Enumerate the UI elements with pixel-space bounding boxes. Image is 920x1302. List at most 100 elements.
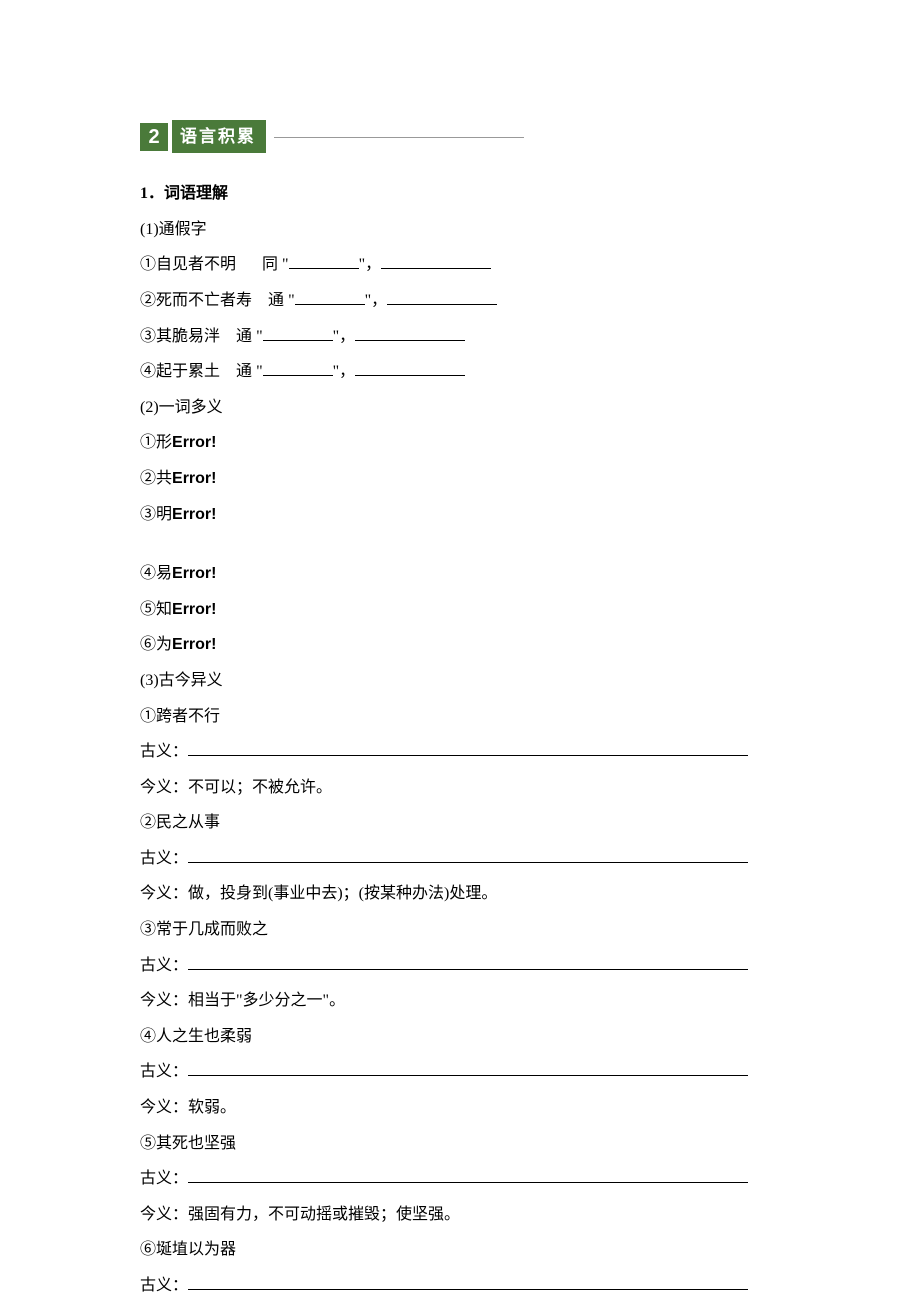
item-num: ③: [140, 921, 156, 938]
item-text: 死而不亡者寿: [156, 292, 252, 309]
sub2-item-6: ⑥为Error!: [140, 632, 800, 658]
phrase-text: 常于几成而败之: [156, 921, 268, 938]
connector: 同: [262, 256, 278, 273]
item-text: 其脆易泮: [156, 328, 220, 345]
item-word: 为: [156, 636, 172, 653]
sub3-phrase-1: ①跨者不行: [140, 704, 800, 730]
fill-blank[interactable]: [263, 325, 333, 341]
item-word: 知: [156, 601, 172, 618]
sub1-item-3: ③其脆易泮 通 ""，: [140, 324, 800, 350]
error-text: Error!: [172, 636, 216, 653]
item-num: ②: [140, 470, 156, 487]
section-header: 2 语言积累: [140, 120, 800, 153]
sub2-item-1: ①形Error!: [140, 430, 800, 456]
error-text: Error!: [172, 434, 216, 451]
phrase-text: 民之从事: [156, 814, 220, 831]
sub3-phrase-5: ⑤其死也坚强: [140, 1131, 800, 1157]
gu-label: 古义：: [140, 957, 188, 974]
fill-blank-long[interactable]: [188, 740, 748, 756]
error-text: Error!: [172, 565, 216, 582]
sub2-item-3: ③明Error!: [140, 502, 800, 528]
item-num: ④: [140, 565, 156, 582]
connector: 通: [268, 292, 284, 309]
sub3-ancient-5: 古义：: [140, 1166, 800, 1192]
jin-label: 今义：: [140, 779, 188, 796]
fill-blank[interactable]: [381, 253, 491, 269]
item-num: ④: [140, 1028, 156, 1045]
fill-blank[interactable]: [263, 360, 333, 376]
phrase-text: 跨者不行: [156, 708, 220, 725]
error-text: Error!: [172, 601, 216, 618]
gu-label: 古义：: [140, 743, 188, 760]
jin-label: 今义：: [140, 992, 188, 1009]
modern-meaning: 强固有力，不可动摇或摧毁；使坚强。: [188, 1206, 460, 1223]
item-num: ②: [140, 814, 156, 831]
item-text: 起于累土: [156, 363, 220, 380]
item-num: ③: [140, 328, 156, 345]
gu-label: 古义：: [140, 850, 188, 867]
jin-label: 今义：: [140, 1206, 188, 1223]
fill-blank[interactable]: [387, 289, 497, 305]
connector: 通: [236, 328, 252, 345]
sub3-modern-3: 今义：相当于"多少分之一"。: [140, 988, 800, 1014]
sub3-ancient-3: 古义：: [140, 953, 800, 979]
item-num: ①: [140, 434, 156, 451]
question-1-heading: 1．词语理解: [140, 181, 800, 207]
fill-blank-long[interactable]: [188, 1167, 748, 1183]
fill-blank-long[interactable]: [188, 1274, 748, 1290]
sub2-item-4: ④易Error!: [140, 561, 800, 587]
fill-blank-long[interactable]: [188, 1060, 748, 1076]
fill-blank[interactable]: [289, 253, 359, 269]
item-text: 自见者不明: [156, 256, 236, 273]
sub3-ancient-1: 古义：: [140, 739, 800, 765]
item-num: ①: [140, 256, 156, 273]
item-num: ①: [140, 708, 156, 725]
fill-blank-long[interactable]: [188, 954, 748, 970]
sub2-item-5: ⑤知Error!: [140, 597, 800, 623]
item-word: 易: [156, 565, 172, 582]
section-title-box: 语言积累: [172, 120, 266, 153]
sub3-ancient-2: 古义：: [140, 846, 800, 872]
sub3-phrase-3: ③常于几成而败之: [140, 917, 800, 943]
phrase-text: 人之生也柔弱: [156, 1028, 252, 1045]
modern-meaning: 软弱。: [188, 1099, 236, 1116]
modern-meaning: 不可以；不被允许。: [188, 779, 332, 796]
section-number-box: 2: [140, 123, 168, 151]
phrase-text: 其死也坚强: [156, 1135, 236, 1152]
gu-label: 古义：: [140, 1170, 188, 1187]
item-word: 明: [156, 506, 172, 523]
sub3-modern-2: 今义：做，投身到(事业中去)；(按某种办法)处理。: [140, 881, 800, 907]
sub2-item-2: ②共Error!: [140, 466, 800, 492]
sub1-label: (1)通假字: [140, 217, 800, 243]
sub3-ancient-6: 古义：: [140, 1273, 800, 1299]
item-word: 共: [156, 470, 172, 487]
fill-blank[interactable]: [355, 360, 465, 376]
sub1-item-4: ④起于累土 通 ""，: [140, 359, 800, 385]
item-num: ②: [140, 292, 156, 309]
jin-label: 今义：: [140, 885, 188, 902]
modern-meaning: 做，投身到(事业中去)；(按某种办法)处理。: [188, 885, 497, 902]
sub3-label: (3)古今异义: [140, 668, 800, 694]
gu-label: 古义：: [140, 1277, 188, 1294]
sub3-modern-4: 今义：软弱。: [140, 1095, 800, 1121]
connector: 通: [236, 363, 252, 380]
document-page: 2 语言积累 1．词语理解 (1)通假字 ①自见者不明同 ""， ②死而不亡者寿…: [0, 0, 920, 1299]
fill-blank[interactable]: [355, 325, 465, 341]
error-text: Error!: [172, 506, 216, 523]
sub1-item-2: ②死而不亡者寿 通 ""，: [140, 288, 800, 314]
gu-label: 古义：: [140, 1063, 188, 1080]
sub1-item-1: ①自见者不明同 ""，: [140, 252, 800, 278]
divider-line: [274, 125, 524, 149]
sub3-phrase-2: ②民之从事: [140, 810, 800, 836]
error-text: Error!: [172, 470, 216, 487]
item-num: ⑥: [140, 636, 156, 653]
sub2-label: (2)一词多义: [140, 395, 800, 421]
item-num: ⑤: [140, 601, 156, 618]
fill-blank-long[interactable]: [188, 847, 748, 863]
item-num: ③: [140, 506, 156, 523]
item-num: ④: [140, 363, 156, 380]
jin-label: 今义：: [140, 1099, 188, 1116]
item-num: ⑥: [140, 1241, 156, 1258]
sub3-phrase-6: ⑥埏埴以为器: [140, 1237, 800, 1263]
fill-blank[interactable]: [295, 289, 365, 305]
